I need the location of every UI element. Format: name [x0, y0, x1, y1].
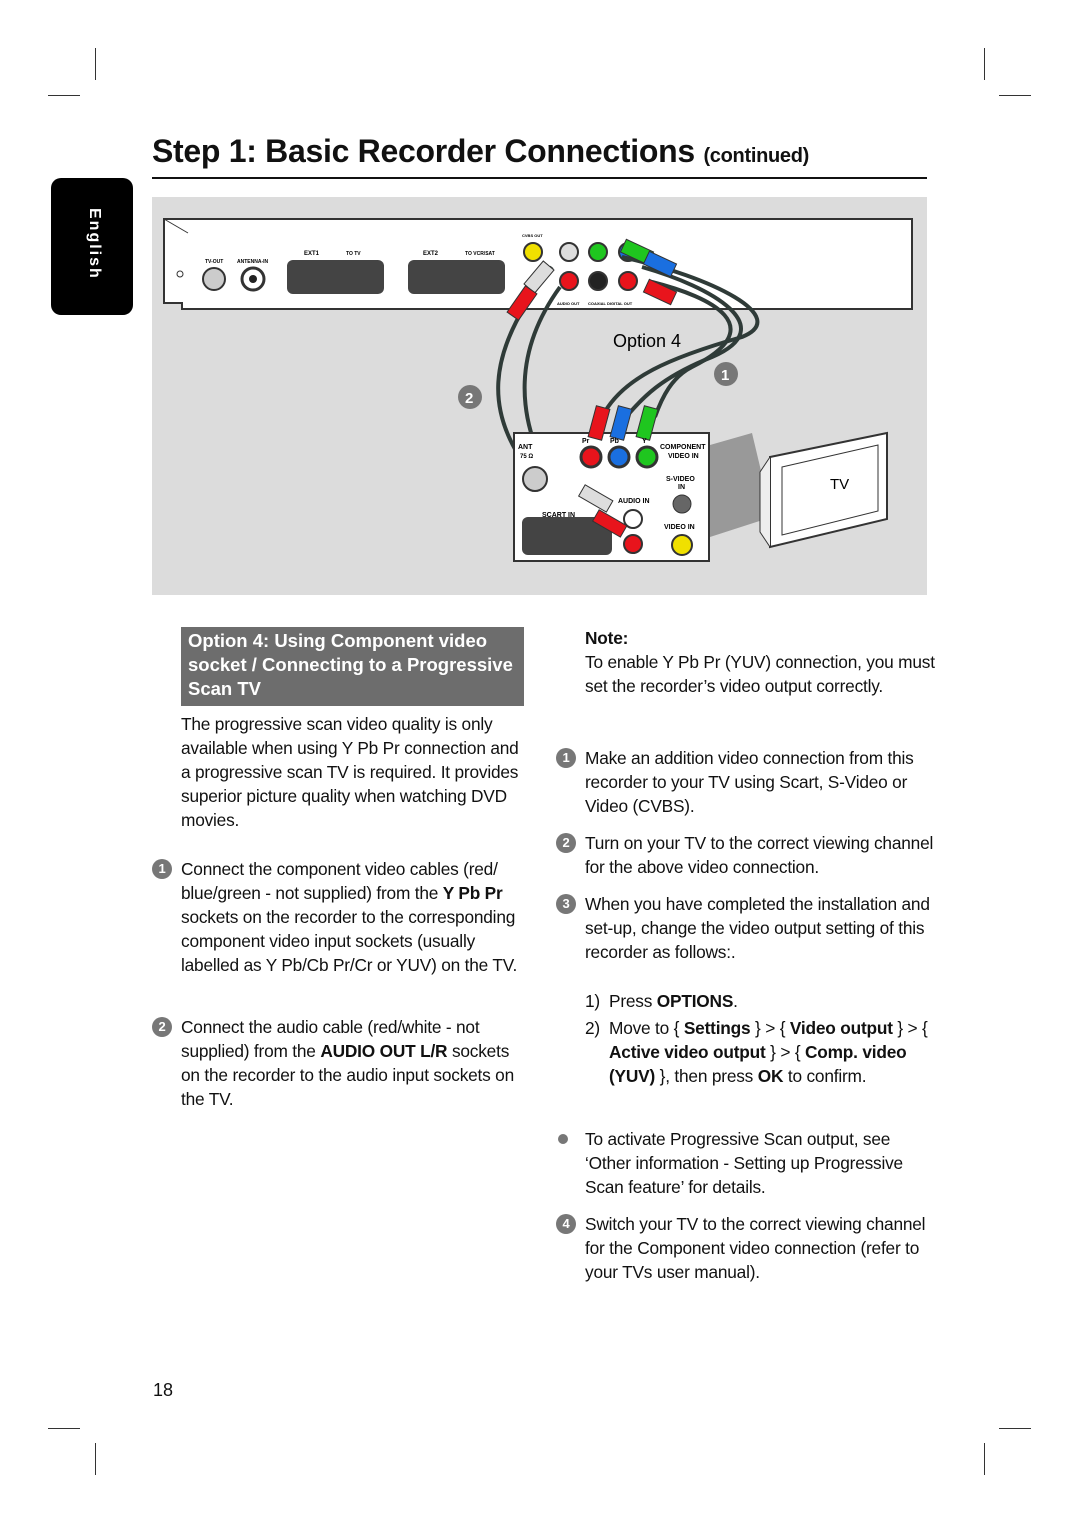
- page-number: 18: [153, 1380, 174, 1400]
- ext2-scart: [408, 260, 505, 294]
- crop-mark: [95, 48, 96, 80]
- recorder-back-panel: TV-OUT ANTENNA-IN EXT1 TO TV EXT2 TO VCR…: [163, 218, 913, 310]
- page-title: Step 1: Basic Recorder Connections (cont…: [152, 133, 809, 170]
- callout-1-number: 1: [721, 367, 729, 384]
- coaxial-label: COAXIAL DIGITAL OUT: [588, 301, 633, 306]
- option-label: Option 4: [613, 331, 681, 351]
- step-number-icon: 2: [556, 833, 576, 853]
- crop-mark: [999, 1428, 1031, 1429]
- svideo-label: S-VIDEO: [666, 476, 695, 483]
- ext2-label: EXT2: [423, 251, 439, 257]
- step-number-icon: 3: [556, 894, 576, 914]
- ohm-label: 75 Ω: [520, 454, 533, 460]
- note-text: To enable Y Pb Pr (YUV) connection, you …: [585, 652, 935, 696]
- cvbs-out-label: CVBS OUT: [522, 233, 543, 238]
- step-number-icon: 4: [556, 1214, 576, 1234]
- sub-text: } > {: [750, 1018, 790, 1038]
- step-bold: Y Pb Pr: [442, 883, 503, 903]
- right-item-1: 1 Make an addition video connection from …: [556, 746, 935, 818]
- sub-text: Press: [609, 991, 657, 1011]
- sub-bold: Active video output: [609, 1042, 766, 1062]
- item-text: Switch your TV to the correct viewing ch…: [585, 1214, 926, 1282]
- component-video-in-label: VIDEO IN: [668, 453, 699, 460]
- right-item-4: 4 Switch your TV to the correct viewing c…: [556, 1212, 935, 1284]
- step-bold: AUDIO OUT L/R: [320, 1041, 448, 1061]
- step-number-icon: 1: [152, 859, 172, 879]
- tv-out-label: TV-OUT: [205, 259, 223, 265]
- bullet-icon: [558, 1134, 568, 1144]
- sub-bold: OK: [757, 1066, 784, 1086]
- component-label: COMPONENT: [660, 444, 706, 451]
- intro-paragraph: The progressive scan video quality is on…: [181, 714, 519, 830]
- connection-diagram: TV-OUT ANTENNA-IN EXT1 TO TV EXT2 TO VCR…: [152, 197, 927, 595]
- ext1-label: EXT1: [304, 251, 320, 257]
- tv-input-panel: ANT 75 Ω Pr Pb Y COMPONENT VIDEO IN S-VI…: [513, 405, 772, 562]
- bullet-item: To activate Progressive Scan output, see…: [558, 1127, 935, 1199]
- step-number-icon: 1: [556, 748, 576, 768]
- sub-step-1-text: Press OPTIONS.: [609, 989, 929, 1013]
- crop-mark: [95, 1443, 96, 1475]
- sub-bold: OPTIONS: [656, 991, 734, 1011]
- pr-label: Pr: [582, 438, 590, 445]
- ext1-scart: [287, 260, 384, 294]
- sub-text: } > {: [892, 1018, 928, 1038]
- sub-text: to confirm.: [783, 1066, 867, 1086]
- video-in-label: VIDEO IN: [664, 524, 695, 531]
- svideo-in-label: IN: [678, 484, 685, 491]
- option-header: Option 4: Using Component video socket /…: [181, 627, 524, 706]
- antenna-in-label: ANTENNA-IN: [237, 259, 268, 265]
- to-vcr-label: TO VCR/SAT: [465, 251, 495, 257]
- step-text: sockets on the recorder to the correspon…: [181, 907, 518, 975]
- audio-in-label: AUDIO IN: [618, 498, 650, 505]
- title-text: Step 1: Basic Recorder Connections: [152, 133, 695, 169]
- left-step-2: 2 Connect the audio cable (red/white - n…: [152, 1015, 531, 1111]
- bullet-text: To activate Progressive Scan output, see…: [585, 1129, 903, 1197]
- ant-label: ANT: [518, 444, 533, 451]
- right-item-3: 3 When you have completed the installatio…: [556, 892, 935, 964]
- left-step-1: 1 Connect the component video cables (re…: [152, 857, 531, 977]
- tv-illustration: TV: [759, 431, 888, 549]
- sub-number: 1): [585, 991, 600, 1011]
- item-text: Make an addition video connection from t…: [585, 748, 914, 816]
- to-tv-label: TO TV: [346, 251, 361, 257]
- sub-text: .: [733, 991, 738, 1011]
- language-tab-label: English: [86, 208, 103, 280]
- crop-mark: [48, 1428, 80, 1429]
- audio-out-label: AUDIO OUT: [557, 301, 580, 306]
- note-title: Note:: [585, 628, 629, 648]
- title-suffix: (continued): [703, 145, 810, 167]
- sub-text: }, then press: [655, 1066, 758, 1086]
- crop-mark: [999, 95, 1031, 96]
- sub-step-2: 2): [585, 1016, 600, 1040]
- callout-2-number: 2: [465, 390, 473, 407]
- sub-number: 2): [585, 1018, 600, 1038]
- right-item-2: 2 Turn on your TV to the correct viewing …: [556, 831, 935, 879]
- crop-mark: [984, 48, 985, 80]
- item-text: Turn on your TV to the correct viewing c…: [585, 833, 934, 877]
- title-rule: [152, 177, 927, 179]
- step-number-icon: 2: [152, 1017, 172, 1037]
- y-label: Y: [642, 438, 647, 445]
- crop-mark: [984, 1443, 985, 1475]
- sub-bold: Settings: [683, 1018, 751, 1038]
- sub-step-2-text: Move to { Settings } > { Video output } …: [609, 1016, 931, 1088]
- item-text: When you have completed the installation…: [585, 894, 930, 962]
- sub-text: } > {: [765, 1042, 805, 1062]
- tv-label: TV: [830, 476, 849, 493]
- crop-mark: [48, 95, 80, 96]
- sub-text: Move to {: [609, 1018, 684, 1038]
- scart-in-label: SCART IN: [542, 512, 575, 519]
- sub-step-1: 1): [585, 989, 600, 1013]
- pb-label: Pb: [610, 438, 619, 445]
- sub-bold: Video output: [789, 1018, 893, 1038]
- language-tab: English: [51, 178, 133, 315]
